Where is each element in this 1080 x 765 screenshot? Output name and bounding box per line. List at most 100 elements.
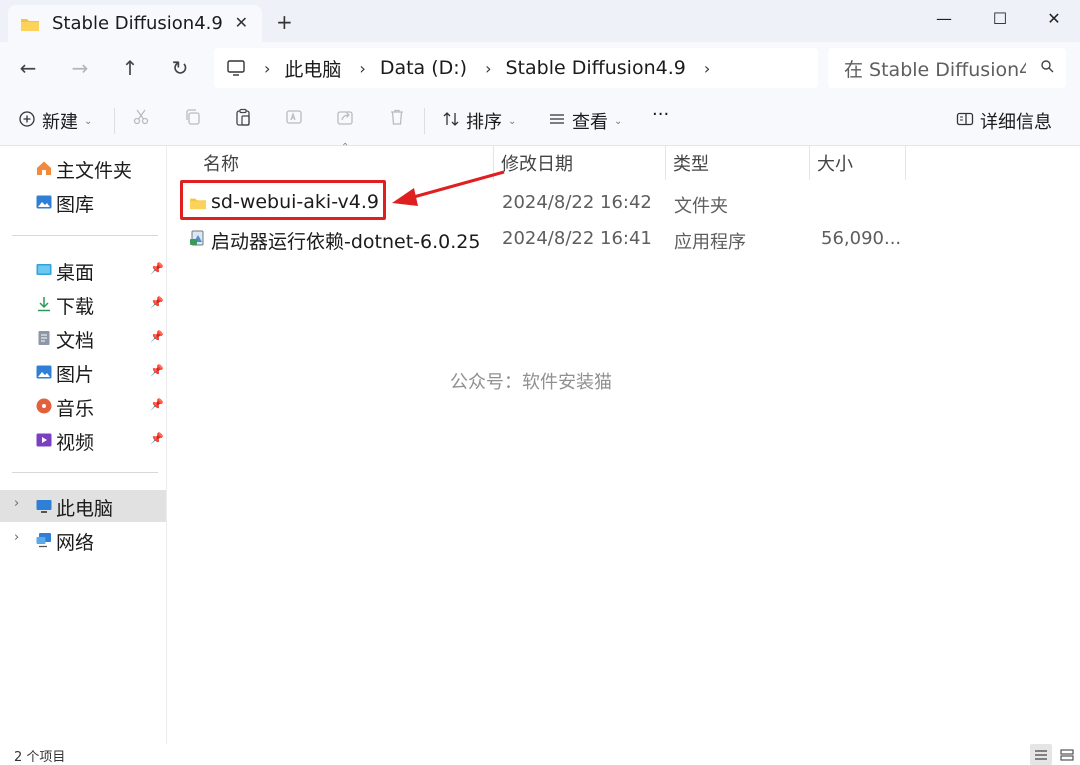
sidebar-item-label: 下载 — [56, 296, 95, 318]
column-header-name[interactable]: 名称 — [203, 146, 239, 180]
paste-icon[interactable] — [234, 108, 252, 126]
sidebar-item-label: 音乐 — [56, 398, 95, 420]
rename-icon[interactable] — [285, 108, 303, 126]
maximize-button[interactable]: ☐ — [982, 6, 1018, 30]
column-divider — [665, 146, 666, 180]
command-bar: 新建 ⌄ 排序 ⌄ 查看 ⌄ ··· 详细信息 — [0, 94, 1080, 146]
download-icon — [36, 296, 52, 312]
tab-stable-diffusion[interactable]: Stable Diffusion4.9 ✕ — [8, 5, 262, 42]
address-bar[interactable]: › 此电脑 › Data (D:) › Stable Diffusion4.9 … — [214, 48, 818, 88]
chevron-right-icon[interactable]: › — [14, 496, 19, 511]
sidebar-item-label: 此电脑 — [56, 498, 114, 520]
toolbar-divider — [424, 108, 425, 134]
column-header-modified[interactable]: 修改日期 — [501, 146, 573, 180]
sidebar-item-documents[interactable]: 文档 📌 — [0, 322, 166, 354]
back-button[interactable]: ← — [14, 54, 42, 82]
pin-icon[interactable]: 📌 — [150, 364, 164, 377]
search-icon — [1040, 59, 1054, 77]
sidebar-item-label: 图片 — [56, 364, 95, 386]
pin-icon[interactable]: 📌 — [150, 330, 164, 343]
chevron-right-icon[interactable]: › — [14, 530, 19, 545]
sidebar-divider — [12, 472, 158, 473]
file-size: 56,090... — [821, 228, 902, 249]
new-tab-button[interactable]: + — [276, 12, 293, 32]
installer-icon — [189, 229, 207, 252]
breadcrumb-this-pc[interactable]: 此电脑 — [284, 55, 341, 82]
plus-circle-icon — [18, 110, 36, 132]
column-divider — [905, 146, 906, 180]
view-label: 查看 — [572, 112, 608, 133]
title-bar: Stable Diffusion4.9 ✕ + — ☐ ✕ — [0, 0, 1080, 42]
sidebar-item-pictures[interactable]: 图片 📌 — [0, 356, 166, 388]
up-button[interactable]: ↑ — [116, 54, 144, 82]
table-row[interactable]: 启动器运行依赖-dotnet-6.0.25 2024/8/22 16:41 应用… — [181, 221, 1061, 255]
crumb-separator: › — [359, 58, 366, 78]
sidebar-item-label: 图库 — [56, 194, 95, 216]
view-button[interactable]: 查看 ⌄ — [548, 108, 622, 134]
search-box[interactable]: 在 Stable Diffusion4.9 中搜索 — [828, 48, 1066, 88]
share-icon[interactable] — [336, 108, 354, 126]
sidebar-item-music[interactable]: 音乐 📌 — [0, 390, 166, 422]
details-view-button[interactable] — [1030, 744, 1052, 765]
column-divider — [809, 146, 810, 180]
tab-close-icon[interactable]: ✕ — [235, 13, 248, 32]
status-bar: 2 个项目 — [0, 744, 1080, 765]
delete-icon[interactable] — [388, 108, 406, 126]
details-pane-button[interactable]: 详细信息 — [956, 108, 1052, 134]
sidebar-item-label: 视频 — [56, 432, 95, 454]
pin-icon[interactable]: 📌 — [150, 296, 164, 309]
new-label: 新建 — [42, 112, 78, 133]
crumb-separator: › — [264, 58, 271, 78]
sidebar-item-home[interactable]: 主文件夹 — [0, 152, 166, 184]
close-button[interactable]: ✕ — [1036, 6, 1072, 30]
tiles-view-button[interactable] — [1056, 744, 1078, 765]
chevron-down-icon: ⌄ — [84, 115, 93, 127]
column-divider — [493, 146, 494, 180]
sidebar-item-label: 主文件夹 — [56, 160, 133, 182]
sidebar-item-videos[interactable]: 视频 📌 — [0, 424, 166, 456]
breadcrumb-current-folder[interactable]: Stable Diffusion4.9 — [506, 57, 686, 79]
sidebar-item-gallery[interactable]: 图库 — [0, 186, 166, 218]
sort-button[interactable]: 排序 ⌄ — [442, 108, 516, 134]
file-type: 应用程序 — [674, 232, 746, 253]
sort-icon — [442, 110, 460, 132]
details-pane-icon — [956, 110, 974, 132]
toolbar-divider — [114, 108, 115, 134]
home-icon — [36, 160, 52, 176]
this-pc-icon — [36, 498, 52, 514]
file-type: 文件夹 — [674, 196, 728, 217]
chevron-down-icon: ⌄ — [614, 115, 623, 127]
network-icon — [36, 532, 52, 548]
document-icon — [36, 330, 52, 346]
pin-icon[interactable]: 📌 — [150, 262, 164, 275]
file-list: ⌃ 名称 修改日期 类型 大小 sd-webui-aki-v4.9 2024/8… — [167, 142, 1080, 744]
forward-button[interactable]: → — [66, 54, 94, 82]
file-name: 启动器运行依赖-dotnet-6.0.25 — [211, 231, 481, 253]
column-header-type[interactable]: 类型 — [673, 146, 709, 180]
sidebar-item-downloads[interactable]: 下载 📌 — [0, 288, 166, 320]
pin-icon[interactable]: 📌 — [150, 432, 164, 445]
desktop-icon — [36, 262, 52, 278]
sidebar-item-desktop[interactable]: 桌面 📌 — [0, 254, 166, 286]
view-lines-icon — [548, 110, 566, 132]
search-input[interactable]: 在 Stable Diffusion4.9 中搜索 — [844, 55, 1026, 82]
sidebar-item-label: 文档 — [56, 330, 95, 352]
pin-icon[interactable]: 📌 — [150, 398, 164, 411]
cut-icon[interactable] — [132, 108, 150, 126]
file-modified: 2024/8/22 16:41 — [502, 228, 652, 249]
watermark-text: 公众号：软件安装猫 — [450, 372, 612, 393]
copy-icon[interactable] — [184, 108, 202, 126]
sidebar-item-network[interactable]: › 网络 — [0, 524, 166, 556]
crumb-separator: › — [485, 58, 492, 78]
chevron-down-icon: ⌄ — [508, 115, 517, 127]
more-options-button[interactable]: ··· — [652, 104, 669, 125]
crumb-expand-chevron[interactable]: › — [704, 59, 710, 78]
sidebar-item-this-pc[interactable]: › 此电脑 — [0, 490, 166, 522]
refresh-button[interactable]: ↻ — [166, 54, 194, 82]
minimize-button[interactable]: — — [926, 6, 962, 30]
new-button[interactable]: 新建 ⌄ — [18, 108, 92, 134]
monitor-icon — [226, 60, 246, 76]
address-row: ← → ↑ ↻ › 此电脑 › Data (D:) › Stable Diffu… — [0, 42, 1080, 94]
column-header-size[interactable]: 大小 — [817, 146, 853, 180]
breadcrumb-data-drive[interactable]: Data (D:) — [380, 57, 467, 79]
